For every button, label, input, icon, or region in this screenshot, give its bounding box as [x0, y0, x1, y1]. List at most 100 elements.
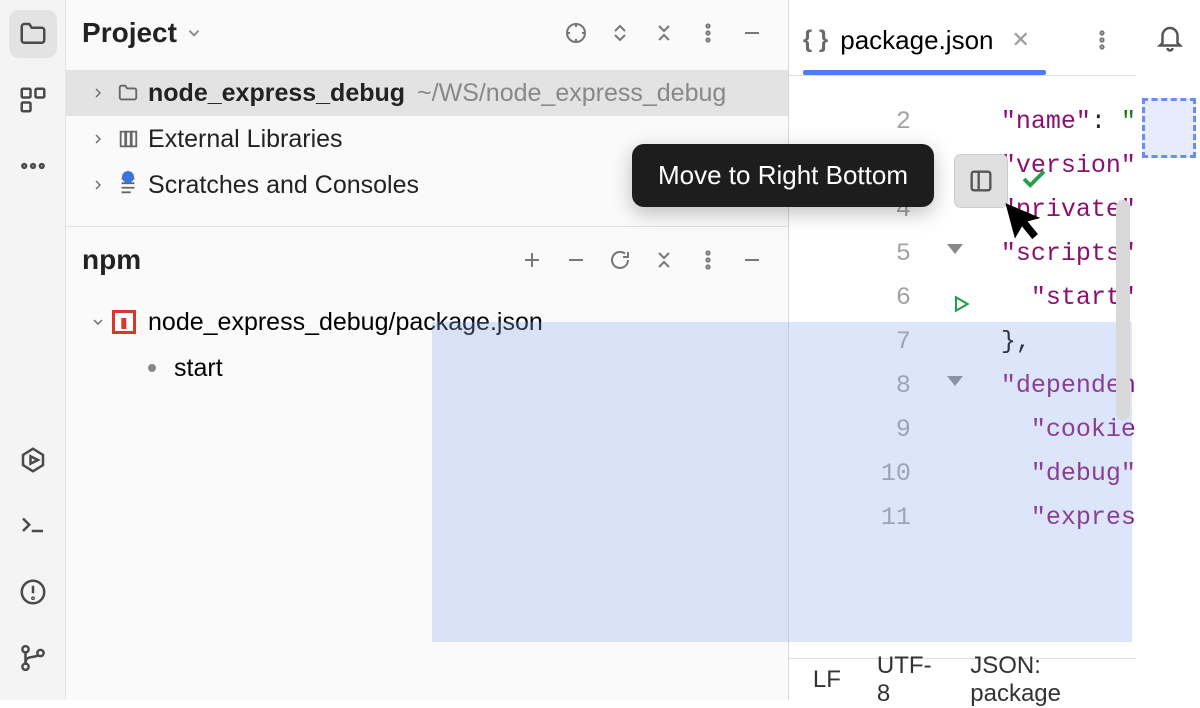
status-line-separator[interactable]: LF: [813, 666, 841, 694]
minus-icon: [564, 248, 588, 272]
fold-toggle-icon[interactable]: [947, 376, 963, 386]
vcs-tool-button[interactable]: [9, 634, 57, 682]
gutter-line[interactable]: 4: [789, 188, 911, 232]
project-view-switcher[interactable]: [185, 24, 203, 42]
project-panel-header: Project: [66, 0, 788, 66]
chevron-right-icon: [90, 177, 106, 193]
npm-panel-title: npm: [82, 244, 141, 276]
layout-icon: [967, 167, 995, 195]
tool-window-bar: [0, 0, 66, 700]
npm-remove-button[interactable]: [556, 240, 596, 280]
code-line[interactable]: "expres: [1001, 496, 1136, 540]
expand-arrow[interactable]: [84, 85, 112, 101]
terminal-tool-button[interactable]: [9, 502, 57, 550]
run-hex-icon: [18, 445, 48, 475]
expand-arrow[interactable]: [84, 131, 112, 147]
expand-arrow[interactable]: [84, 177, 112, 193]
bullet-icon: [148, 364, 156, 372]
scratches-icon: [112, 174, 144, 196]
tree-root-label: node_express_debug: [148, 79, 405, 108]
target-icon: [564, 21, 588, 45]
status-encoding[interactable]: UTF-8: [877, 652, 934, 708]
bell-icon: [1155, 23, 1185, 53]
collapse-icon: [652, 248, 676, 272]
folder-icon: [18, 19, 48, 49]
notifications-button[interactable]: [1150, 18, 1190, 58]
tree-item-label: External Libraries: [148, 125, 343, 154]
chevron-down-icon: [185, 24, 203, 42]
npm-collapse-button[interactable]: [644, 240, 684, 280]
structure-icon: [18, 85, 48, 115]
problems-tool-button[interactable]: [9, 568, 57, 616]
gutter-line[interactable]: 2: [789, 100, 911, 144]
chevron-down-icon: [90, 314, 106, 330]
code-line[interactable]: "name": ": [1001, 100, 1136, 144]
editor-scrollbar[interactable]: [1116, 200, 1130, 420]
npm-script-item[interactable]: start: [66, 345, 788, 391]
select-opened-file-button[interactable]: [556, 13, 596, 53]
close-tab-button[interactable]: ✕: [1012, 27, 1030, 53]
gutter-line[interactable]: 6: [789, 276, 911, 320]
tree-item-label: Scratches and Consoles: [148, 171, 419, 200]
minimize-icon: [740, 248, 764, 272]
project-tree[interactable]: node_express_debug ~/WS/node_express_deb…: [66, 66, 788, 226]
right-bar: [1136, 0, 1200, 700]
fold-toggle-icon[interactable]: [947, 244, 963, 254]
gutter-line[interactable]: 8: [789, 364, 911, 408]
editor-tab[interactable]: { } package.json ✕: [803, 25, 1030, 56]
move-tool-window-button[interactable]: [955, 155, 1007, 207]
gutter-line[interactable]: 3: [789, 144, 911, 188]
expand-icon: [608, 21, 632, 45]
gutter-line[interactable]: 9: [789, 408, 911, 452]
terminal-icon: [18, 511, 48, 541]
expand-all-button[interactable]: [600, 13, 640, 53]
divider: [789, 75, 1136, 76]
git-branch-icon: [18, 643, 48, 673]
npm-panel: npm node_express_debug/package.json star…: [66, 226, 788, 700]
editor-tab-options[interactable]: [1082, 20, 1122, 60]
npm-file-node[interactable]: node_express_debug/package.json: [66, 299, 788, 345]
panel-options-button[interactable]: [688, 13, 728, 53]
collapse-all-button[interactable]: [644, 13, 684, 53]
editor-gutter[interactable]: 234567891011: [789, 88, 931, 658]
gutter-line[interactable]: 10: [789, 452, 911, 496]
hide-panel-button[interactable]: [732, 13, 772, 53]
status-language[interactable]: JSON: package: [970, 652, 1112, 708]
tree-external-libraries[interactable]: External Libraries: [66, 116, 788, 162]
code-line[interactable]: "debug": [1001, 452, 1136, 496]
gutter-line[interactable]: 7: [789, 320, 911, 364]
collapse-icon: [652, 21, 676, 45]
npm-panel-header: npm: [66, 227, 788, 293]
run-gutter-icon[interactable]: [951, 286, 971, 330]
editor-area: { } package.json ✕ 234567891011 "name": …: [789, 0, 1136, 700]
project-panel-title: Project: [82, 17, 177, 49]
refresh-icon: [608, 248, 632, 272]
run-tool-button[interactable]: [9, 436, 57, 484]
editor-tabbar: { } package.json ✕: [789, 0, 1136, 70]
tree-root-item[interactable]: node_express_debug ~/WS/node_express_deb…: [66, 70, 788, 116]
tree-scratches[interactable]: Scratches and Consoles: [66, 162, 788, 208]
npm-hide-button[interactable]: [732, 240, 772, 280]
tree-root-path: ~/WS/node_express_debug: [417, 79, 726, 108]
editor-tab-label: package.json: [840, 25, 993, 56]
editor-floating-actions: [955, 155, 1049, 207]
problems-icon: [18, 577, 48, 607]
kebab-icon: [1090, 28, 1114, 52]
npm-script-label: start: [174, 354, 223, 383]
plus-icon: [520, 248, 544, 272]
inspection-ok-indicator[interactable]: [1019, 164, 1049, 199]
json-file-icon: { }: [803, 26, 828, 54]
ellipsis-icon: [18, 151, 48, 181]
structure-tool-button[interactable]: [9, 76, 57, 124]
npm-refresh-button[interactable]: [600, 240, 640, 280]
more-tool-button[interactable]: [9, 142, 57, 190]
gutter-line[interactable]: 5: [789, 232, 911, 276]
collapse-arrow[interactable]: [84, 314, 112, 330]
chevron-right-icon: [90, 85, 106, 101]
gutter-line[interactable]: 11: [789, 496, 911, 540]
npm-add-button[interactable]: [512, 240, 552, 280]
npm-options-button[interactable]: [688, 240, 728, 280]
npm-icon: [112, 310, 136, 334]
project-tool-button[interactable]: [9, 10, 57, 58]
kebab-icon: [696, 248, 720, 272]
